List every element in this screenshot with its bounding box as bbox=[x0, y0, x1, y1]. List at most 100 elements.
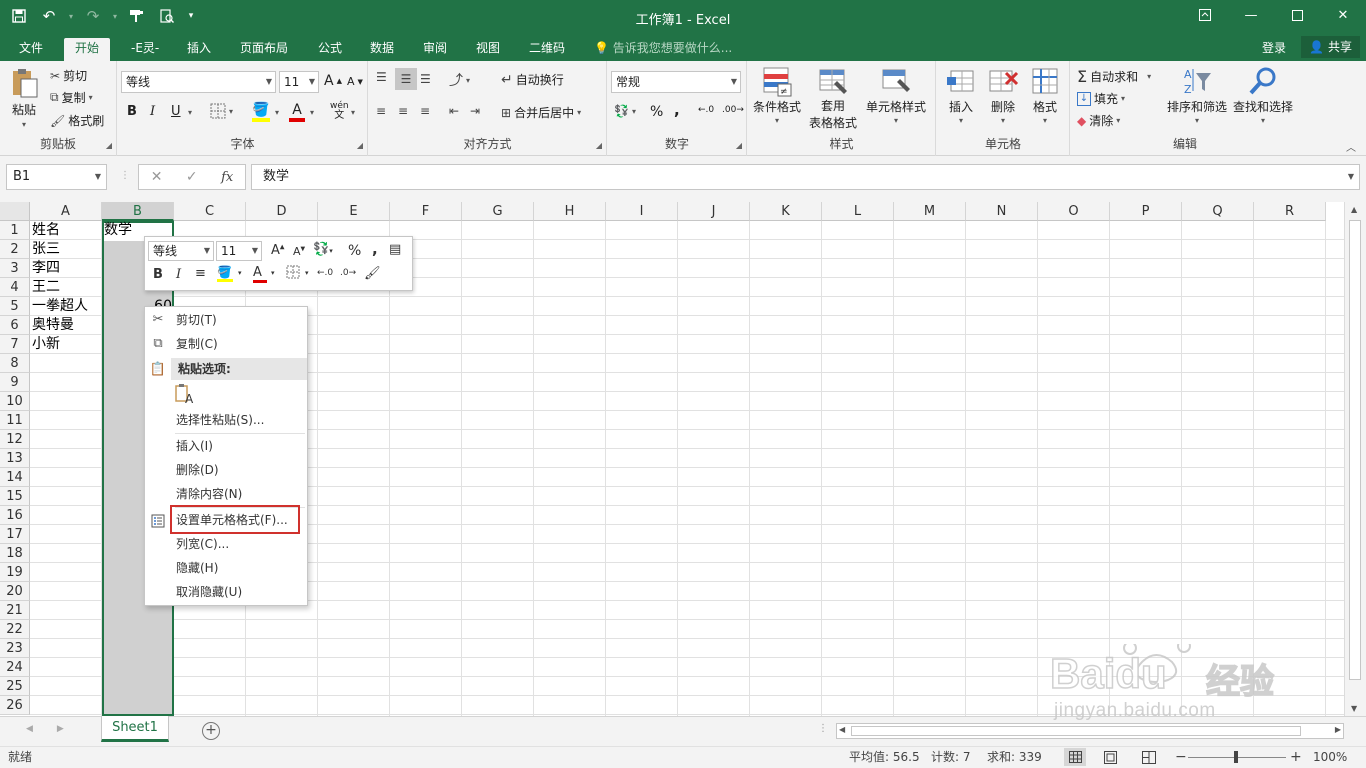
zoom-slider-thumb[interactable] bbox=[1234, 751, 1238, 763]
find-select-button[interactable]: 查找和选择 ▾ bbox=[1231, 65, 1295, 125]
column-header-a[interactable]: A bbox=[30, 202, 102, 221]
row-header-1[interactable]: 1 bbox=[0, 221, 30, 240]
row-header-20[interactable]: 20 bbox=[0, 582, 30, 601]
row-header-19[interactable]: 19 bbox=[0, 563, 30, 582]
row-header-2[interactable]: 2 bbox=[0, 240, 30, 259]
align-left-button[interactable]: ≡ bbox=[376, 104, 386, 118]
tab-qrcode[interactable]: 二维码 bbox=[518, 38, 576, 61]
conditional-formatting-button[interactable]: ≠ 条件格式 ▾ bbox=[752, 65, 802, 125]
scroll-down-icon[interactable]: ▼ bbox=[1351, 704, 1357, 713]
fill-dropdown-icon[interactable]: ▾ bbox=[275, 108, 279, 117]
mini-grow-font-button[interactable]: A▲ bbox=[271, 243, 285, 258]
underline-dropdown-icon[interactable]: ▾ bbox=[188, 108, 192, 117]
vertical-scrollbar[interactable]: ▲ ▼ bbox=[1344, 202, 1366, 716]
column-header-m[interactable]: M bbox=[894, 202, 966, 221]
status-sum[interactable]: 求和: 339 bbox=[987, 747, 1042, 767]
phonetic-dropdown-icon[interactable]: ▾ bbox=[351, 108, 355, 117]
column-header-i[interactable]: I bbox=[606, 202, 678, 221]
column-header-g[interactable]: G bbox=[462, 202, 534, 221]
menu-item-insert[interactable]: 插入(I) bbox=[176, 435, 306, 457]
row-header-22[interactable]: 22 bbox=[0, 620, 30, 639]
column-header-b[interactable]: B bbox=[102, 202, 174, 221]
tell-me-box[interactable]: 💡 告诉我您想要做什么... bbox=[594, 39, 732, 57]
row-header-10[interactable]: 10 bbox=[0, 392, 30, 411]
tab-formulas[interactable]: 公式 bbox=[307, 38, 353, 61]
next-sheet-icon[interactable]: ▶ bbox=[57, 724, 88, 734]
phonetic-button[interactable]: wén 文 bbox=[330, 101, 349, 121]
cell-a3[interactable]: 李四 bbox=[30, 259, 60, 278]
row-header-24[interactable]: 24 bbox=[0, 658, 30, 677]
mini-format-painter-button[interactable]: 🖌 bbox=[364, 266, 381, 281]
row-header-13[interactable]: 13 bbox=[0, 449, 30, 468]
font-color-button[interactable]: A bbox=[289, 102, 305, 122]
row-header-17[interactable]: 17 bbox=[0, 525, 30, 544]
clear-button[interactable]: ◆ 清除 ▾ bbox=[1077, 112, 1120, 129]
row-header-23[interactable]: 23 bbox=[0, 639, 30, 658]
cell-a4[interactable]: 王二 bbox=[30, 278, 60, 297]
format-as-table-button[interactable]: 套用 表格格式 bbox=[805, 65, 861, 131]
scroll-up-icon[interactable]: ▲ bbox=[1351, 205, 1357, 214]
mini-fill-dropdown-icon[interactable]: ▾ bbox=[238, 269, 242, 277]
row-header-15[interactable]: 15 bbox=[0, 487, 30, 506]
share-button[interactable]: 👤 共享 bbox=[1301, 36, 1360, 58]
fill-color-button[interactable]: 🪣 bbox=[252, 102, 270, 122]
mini-increase-decimal-button[interactable]: ←.0 bbox=[317, 268, 333, 278]
row-header-21[interactable]: 21 bbox=[0, 601, 30, 620]
cell-a5[interactable]: 一拳超人 bbox=[30, 297, 88, 316]
normal-view-button[interactable] bbox=[1064, 748, 1086, 766]
page-break-view-button[interactable] bbox=[1142, 750, 1156, 768]
zoom-in-button[interactable]: + bbox=[1290, 747, 1302, 767]
comma-button[interactable]: , bbox=[674, 101, 680, 119]
format-painter-button[interactable]: 🖌 格式刷 bbox=[50, 112, 104, 129]
insert-function-button[interactable]: fx bbox=[221, 170, 233, 185]
align-top-button[interactable]: ☰ bbox=[376, 70, 387, 84]
mini-font-color-dropdown-icon[interactable]: ▾ bbox=[271, 269, 275, 277]
sort-filter-button[interactable]: AZ 排序和筛选 ▾ bbox=[1165, 65, 1229, 125]
column-header-d[interactable]: D bbox=[246, 202, 318, 221]
cell-a6[interactable]: 奥特曼 bbox=[30, 316, 74, 335]
menu-item-paste-special[interactable]: 选择性粘贴(S)... bbox=[176, 409, 306, 431]
shrink-font-button[interactable]: A ▼ bbox=[347, 75, 363, 88]
mini-center-button[interactable]: ≡ bbox=[195, 266, 206, 281]
row-header-18[interactable]: 18 bbox=[0, 544, 30, 563]
zoom-level[interactable]: 100% bbox=[1313, 747, 1347, 767]
merge-center-button[interactable]: ⊞ 合并后居中 ▾ bbox=[501, 104, 581, 121]
row-header-3[interactable]: 3 bbox=[0, 259, 30, 278]
expand-formula-bar-icon[interactable]: ▼ bbox=[1348, 165, 1354, 189]
row-header-9[interactable]: 9 bbox=[0, 373, 30, 392]
tab-file[interactable]: 文件 bbox=[8, 38, 54, 61]
clipboard-launcher-icon[interactable]: ◢ bbox=[106, 141, 112, 150]
mini-comma-button[interactable]: , bbox=[372, 240, 378, 258]
vertical-scroll-thumb[interactable] bbox=[1349, 220, 1361, 680]
column-header-e[interactable]: E bbox=[318, 202, 390, 221]
minimize-icon[interactable]: — bbox=[1228, 0, 1274, 30]
format-cells-button[interactable]: 格式 ▾ bbox=[1027, 65, 1063, 125]
row-header-16[interactable]: 16 bbox=[0, 506, 30, 525]
number-format-combo[interactable]: 常规 ▼ bbox=[611, 71, 741, 93]
login-link[interactable]: 登录 bbox=[1262, 39, 1286, 57]
font-launcher-icon[interactable]: ◢ bbox=[357, 141, 363, 150]
row-header-12[interactable]: 12 bbox=[0, 430, 30, 449]
row-header-26[interactable]: 26 bbox=[0, 696, 30, 715]
row-header-4[interactable]: 4 bbox=[0, 278, 30, 297]
tab-insert[interactable]: 插入 bbox=[176, 38, 222, 61]
tab-page-layout[interactable]: 页面布局 bbox=[229, 38, 299, 61]
prev-sheet-icon[interactable]: ◀ bbox=[26, 724, 57, 734]
paste-option-keep-text[interactable]: A bbox=[174, 383, 196, 406]
name-box[interactable]: B1 ▼ bbox=[6, 164, 107, 190]
menu-item-clear-contents[interactable]: 清除内容(N) bbox=[176, 483, 306, 505]
horizontal-scroll-thumb[interactable] bbox=[851, 726, 1301, 736]
column-header-q[interactable]: Q bbox=[1182, 202, 1254, 221]
row-header-5[interactable]: 5 bbox=[0, 297, 30, 316]
horizontal-scrollbar[interactable]: ◀ ▶ bbox=[836, 723, 1344, 739]
scroll-left-icon[interactable]: ◀ bbox=[839, 725, 845, 734]
alignment-launcher-icon[interactable]: ◢ bbox=[596, 141, 602, 150]
tab-data[interactable]: 数据 bbox=[359, 38, 405, 61]
tab-view[interactable]: 视图 bbox=[465, 38, 511, 61]
align-bottom-button[interactable]: ☰ bbox=[420, 72, 431, 86]
grow-font-button[interactable]: A ▲ bbox=[324, 73, 342, 89]
cancel-entry-icon[interactable]: ✕ bbox=[151, 169, 163, 185]
autosum-button[interactable]: Σ 自动求和 ▾ bbox=[1077, 67, 1151, 86]
close-icon[interactable]: ✕ bbox=[1320, 0, 1366, 30]
mini-font-color-button[interactable]: A bbox=[253, 265, 267, 283]
